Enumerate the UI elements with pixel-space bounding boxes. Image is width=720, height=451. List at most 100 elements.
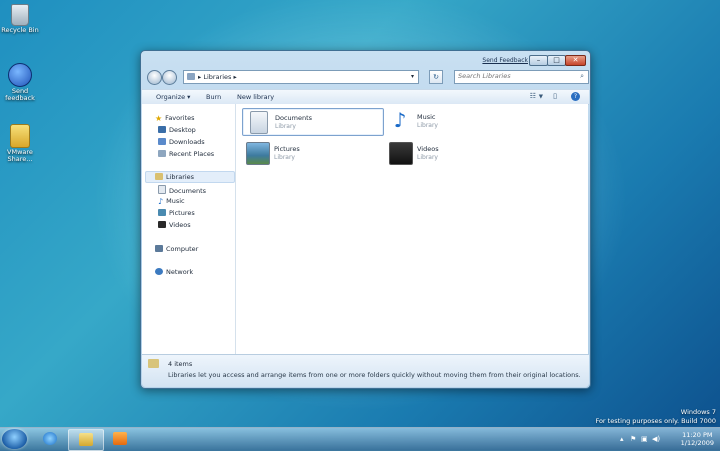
music-icon: ♪	[158, 197, 164, 206]
taskbar-windows-explorer[interactable]	[68, 429, 104, 451]
libraries-status-icon	[148, 359, 159, 368]
vmware-shared-folder-icon	[10, 124, 30, 148]
explorer-window: Send Feedback – □ ✕ ▸ Libraries ▸ ▾ ↻ ⌕ …	[140, 50, 591, 389]
item-count: 4 items	[168, 360, 193, 368]
documents-library-icon	[250, 111, 268, 134]
library-type: Library	[417, 154, 438, 161]
address-dropdown-icon[interactable]: ▾	[411, 73, 414, 80]
videos-icon	[158, 221, 166, 228]
view-options-chevron-icon[interactable]: ▼	[539, 94, 543, 100]
burn-button[interactable]: Burn	[206, 93, 221, 101]
nav-recent-places[interactable]: Recent Places	[158, 150, 214, 158]
forward-button[interactable]	[162, 70, 177, 85]
refresh-icon[interactable]: ↻	[429, 70, 443, 84]
downloads-icon	[158, 138, 166, 145]
windows-explorer-icon	[79, 433, 93, 446]
desktop-icon-label: VMware Share...	[7, 148, 33, 163]
maximize-button[interactable]: □	[547, 55, 566, 66]
start-button[interactable]	[2, 429, 27, 449]
search-input[interactable]	[458, 72, 568, 80]
status-bar: 4 items Libraries let you access and arr…	[142, 354, 589, 387]
nav-network[interactable]: Network	[155, 268, 193, 276]
library-item-videos[interactable]: Videos Library	[385, 140, 525, 166]
send-feedback-icon	[8, 63, 32, 87]
libraries-folder-icon	[187, 73, 195, 80]
build-watermark: Windows 7 For testing purposes only. Bui…	[595, 408, 716, 426]
library-name: Documents	[275, 114, 313, 122]
minimize-button[interactable]: –	[529, 55, 548, 66]
desktop-icon-label: Send feedback	[5, 87, 35, 102]
library-type: Library	[417, 122, 438, 129]
desktop-icon-label: Recycle Bin	[1, 26, 39, 34]
nav-downloads[interactable]: Downloads	[158, 138, 205, 146]
back-button[interactable]	[147, 70, 162, 85]
desktop-icon	[158, 126, 166, 133]
breadcrumb-separator[interactable]: ▸	[234, 73, 237, 81]
help-icon[interactable]: ?	[571, 92, 580, 101]
nav-libraries[interactable]: Libraries	[155, 173, 194, 181]
notification-area: ▴ ⚑ ▣ ◀) 11:20 PM 1/12/2009	[616, 428, 720, 451]
network-tray-icon[interactable]: ▣	[641, 435, 648, 443]
preview-pane-icon[interactable]: ▯	[553, 92, 557, 100]
action-center-flag-icon[interactable]: ⚑	[630, 435, 636, 443]
libraries-icon	[155, 173, 163, 180]
star-icon: ★	[155, 114, 163, 123]
taskbar-media-player[interactable]	[103, 429, 137, 449]
change-view-icon[interactable]: ☷	[530, 92, 536, 100]
clock-date: 1/12/2009	[680, 439, 714, 447]
title-bar[interactable]: Send Feedback – □ ✕	[141, 51, 590, 67]
organize-button[interactable]: Organize ▾	[156, 93, 190, 101]
clock[interactable]: 11:20 PM 1/12/2009	[681, 431, 714, 447]
command-bar: Organize ▾ Burn New library ☷ ▼ ▯ ?	[142, 89, 589, 105]
breadcrumb[interactable]: ▸ Libraries ▸	[198, 73, 237, 81]
nav-computer[interactable]: Computer	[155, 245, 198, 253]
videos-library-icon	[389, 142, 413, 165]
desktop-icon-recycle-bin[interactable]: Recycle Bin	[0, 4, 40, 34]
status-description: Libraries let you access and arrange ite…	[168, 371, 581, 379]
recycle-bin-icon	[11, 4, 29, 26]
watermark-os: Windows 7	[680, 408, 716, 416]
library-name: Videos	[417, 145, 439, 153]
nav-pictures[interactable]: Pictures	[158, 209, 195, 217]
library-name: Music	[417, 113, 436, 121]
taskbar-internet-explorer[interactable]	[33, 429, 67, 449]
watermark-build: For testing purposes only. Build 7000	[595, 417, 716, 425]
library-name: Pictures	[274, 145, 300, 153]
pictures-icon	[158, 209, 166, 216]
library-type: Library	[275, 123, 296, 130]
breadcrumb-separator: ▸	[198, 73, 202, 81]
navigation-bar: ▸ Libraries ▸ ▾ ↻ ⌕	[145, 69, 589, 85]
pictures-library-icon	[246, 142, 270, 165]
library-item-documents[interactable]: Documents Library	[242, 108, 384, 136]
nav-music[interactable]: ♪ Music	[158, 197, 185, 206]
show-hidden-icons-icon[interactable]: ▴	[620, 435, 624, 443]
documents-icon	[158, 185, 166, 194]
recent-places-icon	[158, 150, 166, 157]
search-box[interactable]: ⌕	[454, 70, 589, 84]
volume-icon[interactable]: ◀)	[652, 435, 660, 443]
navigation-pane: ★ Favorites Desktop Downloads Recent Plac…	[142, 104, 236, 354]
taskbar: ▴ ⚑ ▣ ◀) 11:20 PM 1/12/2009	[0, 427, 720, 451]
nav-documents[interactable]: Documents	[158, 185, 206, 195]
media-player-icon	[113, 432, 127, 445]
breadcrumb-libraries[interactable]: Libraries	[203, 73, 231, 81]
desktop-icon-vmware-shared[interactable]: VMware Share...	[0, 124, 40, 163]
nav-desktop[interactable]: Desktop	[158, 126, 196, 134]
close-button[interactable]: ✕	[565, 55, 586, 66]
clock-time: 11:20 PM	[682, 431, 713, 439]
library-item-pictures[interactable]: Pictures Library	[242, 140, 382, 166]
music-library-icon: ♪	[393, 108, 407, 132]
desktop-icon-send-feedback[interactable]: Send feedback	[0, 63, 40, 102]
network-icon	[155, 268, 163, 275]
address-bar[interactable]: ▸ Libraries ▸ ▾	[183, 70, 419, 84]
send-feedback-link[interactable]: Send Feedback	[482, 57, 528, 64]
computer-icon	[155, 245, 163, 252]
library-type: Library	[274, 154, 295, 161]
content-pane: Documents Library ♪ Music Library Pictur…	[236, 104, 588, 354]
nav-favorites[interactable]: ★ Favorites	[155, 114, 195, 123]
search-icon[interactable]: ⌕	[580, 72, 584, 81]
internet-explorer-icon	[43, 432, 57, 445]
new-library-button[interactable]: New library	[237, 93, 274, 101]
nav-videos[interactable]: Videos	[158, 221, 191, 229]
library-item-music[interactable]: ♪ Music Library	[385, 108, 525, 134]
